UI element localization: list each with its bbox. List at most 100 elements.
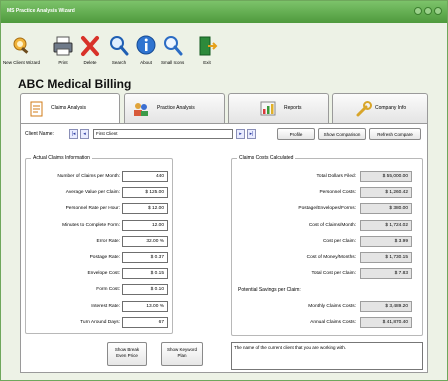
magnifier-icon bbox=[110, 36, 129, 56]
new-client-wizard-button[interactable]: New Client Wizard bbox=[3, 34, 40, 65]
small-icons-button[interactable]: Small Icons bbox=[161, 34, 184, 65]
potential-savings-row: Annual Claims Costs: $ 41,870.40 bbox=[232, 316, 422, 330]
claims-input-field[interactable]: 13.00 % bbox=[122, 300, 168, 312]
about-button[interactable]: About bbox=[135, 34, 157, 65]
calculated-value: $ 1,260.42 bbox=[360, 187, 412, 199]
delete-button[interactable]: Delete bbox=[79, 34, 101, 65]
field-label: Form Cost: bbox=[96, 287, 120, 293]
tab-reports[interactable]: Reports bbox=[228, 93, 329, 123]
calculated-cost-row: Personnel Costs: $ 1,260.42 bbox=[232, 187, 422, 200]
tab-strip: Claims Analysis Practice Analysis Report… bbox=[20, 93, 428, 124]
field-label: Monthly Claims Costs: bbox=[308, 303, 356, 309]
search-button[interactable]: Search bbox=[108, 34, 130, 65]
first-record-button[interactable]: |◂ bbox=[69, 129, 78, 139]
field-label: Total Dollars Filed: bbox=[316, 174, 356, 179]
claims-input-field[interactable]: $ 0.15 bbox=[122, 268, 168, 280]
potential-savings-heading-row: Potential Savings per Claim: bbox=[232, 284, 422, 297]
wrench-icon bbox=[356, 101, 372, 117]
printer-icon bbox=[53, 36, 73, 56]
field-label: Personnel Rate per Hour: bbox=[65, 206, 120, 212]
actual-claims-row: Error Rate: 32.00 % bbox=[26, 235, 172, 249]
field-label: Error Rate: bbox=[96, 238, 120, 244]
field-label: Minutes to Complete Form: bbox=[62, 222, 120, 228]
delete-x-icon bbox=[81, 36, 99, 56]
claims-costs-title: Claims Costs Calculated bbox=[237, 155, 296, 161]
field-label: Total Cost per Claim: bbox=[311, 271, 356, 277]
chart-icon bbox=[260, 101, 276, 116]
actual-claims-row: Envelope Cost: $ 0.15 bbox=[26, 268, 172, 281]
client-name-field[interactable]: First Client bbox=[93, 129, 233, 139]
calculated-value: $ 3,489.20 bbox=[360, 300, 412, 312]
tab-label: Reports bbox=[284, 105, 302, 111]
calculated-cost-row: Cost of Claims/Month: $ 1,724.02 bbox=[232, 219, 422, 233]
print-button[interactable]: Print bbox=[52, 34, 74, 65]
info-icon bbox=[136, 35, 156, 55]
tab-label: Practice Analysis bbox=[157, 105, 195, 111]
actual-claims-row: Interest Rate: 13.00 % bbox=[26, 300, 172, 314]
tab-practice-analysis[interactable]: Practice Analysis bbox=[124, 93, 225, 123]
calculated-value: $ 380.00 bbox=[360, 203, 412, 215]
actual-claims-row: Form Cost: $ 0.10 bbox=[26, 284, 172, 297]
title-bar[interactable]: MS Practice Analysis Wizard bbox=[1, 1, 447, 23]
field-label: Cost of Money/Months: bbox=[306, 255, 356, 260]
toolbar-label: Delete bbox=[83, 60, 97, 65]
button-line: Plan bbox=[177, 353, 187, 358]
calculated-cost-row: Total Dollars Filed: $ 55,000.00 bbox=[232, 171, 422, 184]
refresh-compare-button[interactable]: Refresh Compare bbox=[369, 128, 421, 140]
calculated-value: $ 7.83 bbox=[360, 268, 412, 280]
claims-input-field[interactable]: 67 bbox=[122, 316, 168, 328]
calculated-value: $ 1,730.15 bbox=[360, 252, 412, 263]
document-icon bbox=[30, 101, 43, 117]
last-record-button[interactable]: ▸| bbox=[247, 129, 256, 139]
actual-claims-group: Actual Claims Information Number of Clai… bbox=[25, 155, 173, 334]
claims-input-field[interactable]: $ 0.10 bbox=[122, 284, 168, 296]
calculated-value: $ 41,870.40 bbox=[360, 316, 412, 328]
potential-savings-row: Monthly Claims Costs: $ 3,489.20 bbox=[232, 300, 422, 314]
tab-company-info[interactable]: Company Info bbox=[332, 93, 428, 123]
claims-input-field[interactable]: 32.00 % bbox=[122, 235, 168, 247]
claims-input-field[interactable]: 12.00 bbox=[122, 219, 168, 231]
field-label: Annual Claims Costs: bbox=[310, 319, 356, 325]
page-title: ABC Medical Billing bbox=[18, 77, 132, 91]
field-label: Personnel Costs: bbox=[319, 190, 356, 196]
claims-input-field[interactable]: $ 125.00 bbox=[122, 187, 168, 199]
actual-claims-row: Average Value per Claim: $ 125.00 bbox=[26, 187, 172, 200]
toolbar-label: New Client Wizard bbox=[3, 60, 41, 65]
break-even-price-button[interactable]: Show Break Even Price bbox=[107, 342, 147, 366]
tab-claims-analysis[interactable]: Claims Analysis bbox=[20, 93, 120, 124]
actual-claims-row: Number of Claims per Month: 440 bbox=[26, 171, 172, 184]
close-button[interactable] bbox=[434, 7, 442, 15]
actual-claims-row: Minutes to Complete Form: 12.00 bbox=[26, 219, 172, 233]
claims-input-field[interactable]: $ 0.37 bbox=[122, 252, 168, 263]
exit-button[interactable]: Exit bbox=[196, 34, 218, 65]
maximize-button[interactable] bbox=[424, 7, 432, 15]
toolbar: New Client Wizard Print Delete Search Ab… bbox=[1, 29, 447, 73]
field-label: Postage/Envelopes/Forms: bbox=[298, 206, 356, 212]
wizard-icon bbox=[13, 37, 28, 54]
claims-input-field[interactable]: 440 bbox=[122, 171, 168, 182]
exit-door-icon bbox=[199, 36, 218, 56]
toolbar-label: Exit bbox=[203, 60, 211, 65]
calculated-cost-row: Cost of Money/Months: $ 1,730.15 bbox=[232, 252, 422, 265]
tab-label: Company Info bbox=[375, 105, 407, 111]
previous-record-button[interactable]: ◂ bbox=[80, 129, 89, 139]
app-window: MS Practice Analysis Wizard New Client W… bbox=[0, 0, 448, 381]
toolbar-label: Search bbox=[111, 60, 127, 65]
help-text-box: The name of the current client that you … bbox=[231, 342, 423, 370]
actual-claims-row: Postage Rate: $ 0.37 bbox=[26, 252, 172, 265]
minimize-button[interactable] bbox=[414, 7, 422, 15]
keyword-plan-button[interactable]: Show Keyword Plan bbox=[161, 342, 203, 366]
profile-button[interactable]: Profile bbox=[277, 128, 315, 140]
actual-claims-row: Turn Around Days: 67 bbox=[26, 316, 172, 330]
potential-savings-title: Potential Savings per Claim: bbox=[238, 287, 301, 294]
next-record-button[interactable]: ▸ bbox=[236, 129, 245, 139]
client-selector-bar: Client Name: |◂ ◂ First Client ▸ ▸| Prof… bbox=[25, 128, 423, 142]
field-label: Interest Rate: bbox=[91, 303, 120, 309]
field-label: Number of Claims per Month: bbox=[57, 174, 120, 179]
show-comparison-button[interactable]: Show Comparison bbox=[318, 128, 366, 140]
claims-input-field[interactable]: $ 12.00 bbox=[122, 203, 168, 215]
button-line: Even Price bbox=[116, 353, 138, 358]
calculated-cost-row: Total Cost per Claim: $ 7.83 bbox=[232, 268, 422, 281]
calculated-value: $ 3.99 bbox=[360, 235, 412, 247]
people-icon bbox=[134, 103, 148, 116]
